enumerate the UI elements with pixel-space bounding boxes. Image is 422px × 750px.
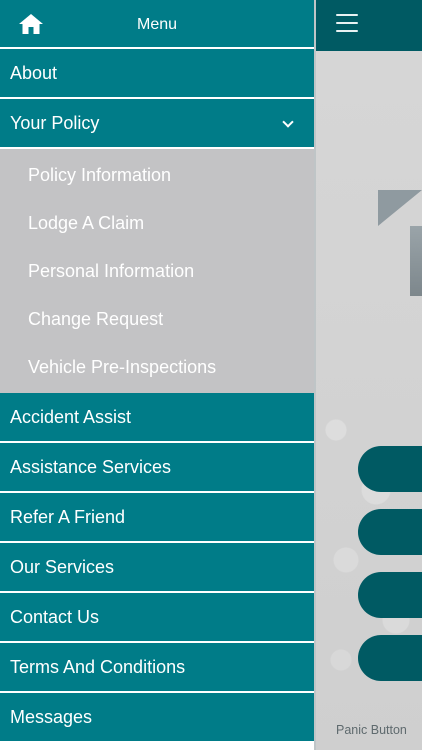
menu-item-label: Terms And Conditions <box>10 656 186 677</box>
menu-item-label: Accident Assist <box>10 406 132 427</box>
menu-item-terms-and-conditions[interactable]: Terms And Conditions <box>0 643 314 693</box>
menu-item-messages[interactable]: Messages <box>0 693 314 743</box>
menu-item-accident-assist[interactable]: Accident Assist <box>0 393 314 443</box>
submenu-item-label: Lodge A Claim <box>28 212 145 233</box>
logo-graphic-stem <box>410 226 422 296</box>
submenu-item-label: Policy Information <box>28 164 172 185</box>
side-drawer: Menu About Your Policy Policy Informatio… <box>0 0 316 750</box>
chevron-down-icon <box>282 116 294 128</box>
panic-button[interactable] <box>358 635 422 681</box>
submenu-item-personal-information[interactable]: Personal Information <box>0 247 314 295</box>
submenu-item-policy-information[interactable]: Policy Information <box>0 151 314 199</box>
menu-item-label: Contact Us <box>10 606 100 627</box>
submenu-item-change-request[interactable]: Change Request <box>0 295 314 343</box>
submenu-item-label: Personal Information <box>28 260 195 281</box>
menu-item-label: About <box>10 62 58 83</box>
menu-item-about[interactable]: About <box>0 49 314 99</box>
panic-button-label: Panic Button <box>336 723 407 737</box>
menu-item-label: Refer A Friend <box>10 506 126 527</box>
main-header <box>316 0 422 51</box>
submenu-item-label: Vehicle Pre-Inspections <box>28 356 217 377</box>
submenu-item-lodge-a-claim[interactable]: Lodge A Claim <box>0 199 314 247</box>
menu-title: Menu <box>136 16 178 33</box>
menu-item-assistance-services[interactable]: Assistance Services <box>0 443 314 493</box>
menu-item-contact-us[interactable]: Contact Us <box>0 593 314 643</box>
menu-item-label: Our Services <box>10 556 115 577</box>
drawer-header: Menu <box>0 0 314 49</box>
app-screen: Panic Button Menu About Your Policy Poli… <box>0 0 422 750</box>
menu-item-label: Messages <box>10 706 93 727</box>
submenu-item-vehicle-pre-inspections[interactable]: Vehicle Pre-Inspections <box>0 343 314 391</box>
menu-item-refer-a-friend[interactable]: Refer A Friend <box>0 493 314 543</box>
hamburger-menu-icon[interactable] <box>336 14 358 32</box>
action-button-1[interactable] <box>358 446 422 492</box>
main-screen: Panic Button <box>316 0 422 750</box>
logo-graphic <box>378 190 422 226</box>
menu-item-our-services[interactable]: Our Services <box>0 543 314 593</box>
menu-item-your-policy[interactable]: Your Policy <box>0 99 314 149</box>
action-button-2[interactable] <box>358 509 422 555</box>
menu-item-label: Your Policy <box>10 112 100 133</box>
menu-item-label: Assistance Services <box>10 456 172 477</box>
action-button-3[interactable] <box>358 572 422 618</box>
policy-submenu: Policy Information Lodge A Claim Persona… <box>0 149 314 393</box>
submenu-item-label: Change Request <box>28 308 164 329</box>
